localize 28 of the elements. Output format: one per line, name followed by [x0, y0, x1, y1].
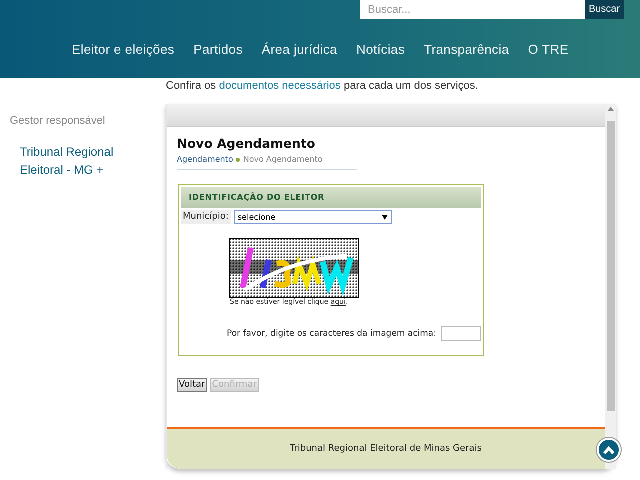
nav-link[interactable]: O TRE	[528, 42, 569, 57]
municipality-dropdown[interactable]: selecione	[234, 210, 392, 224]
search-field[interactable]: Buscar...	[360, 0, 585, 19]
documents-link[interactable]: documentos necessários	[219, 80, 341, 92]
nav-link[interactable]: Eleitor e eleições	[72, 42, 175, 57]
breadcrumb-current: Novo Agendamento	[243, 155, 323, 164]
chevron-up-icon	[603, 446, 615, 454]
nav-link[interactable]: Partidos	[194, 42, 243, 57]
scroll-up-arrow-icon[interactable]	[608, 107, 614, 111]
action-button[interactable]: Voltar	[177, 378, 208, 392]
sidebar-link[interactable]: Tribunal Regional Eleitoral - MG +	[20, 143, 120, 179]
sidebar-heading: Gestor responsável	[10, 115, 106, 127]
nav-link[interactable]: Área jurídica	[262, 42, 338, 57]
captcha-prompt: Por favor, digite os caracteres da imagem acima:	[227, 328, 437, 338]
field-label: Município:	[181, 210, 231, 224]
dropdown-caret-icon	[382, 214, 388, 220]
captcha-input[interactable]	[440, 326, 481, 341]
section-header: IDENTIFICAÇÃO DO ELEITOR	[181, 187, 481, 208]
page-title: Novo Agendamento	[177, 136, 316, 151]
search-button[interactable]: Buscar	[585, 0, 624, 19]
footer-text: Tribunal Regional Eleitoral de Minas Gerais	[167, 427, 605, 469]
intro-text: Confira os documentos necessários para cada um dos serviços.	[166, 80, 480, 92]
breadcrumb-link[interactable]: Agendamento	[177, 155, 234, 164]
breadcrumb-dot-icon	[236, 158, 240, 162]
scroll-to-top-button[interactable]	[597, 438, 621, 462]
nav-link[interactable]: Notícias	[356, 42, 406, 57]
scrollbar[interactable]	[605, 104, 616, 469]
nav-link[interactable]: Transparência	[424, 42, 510, 57]
